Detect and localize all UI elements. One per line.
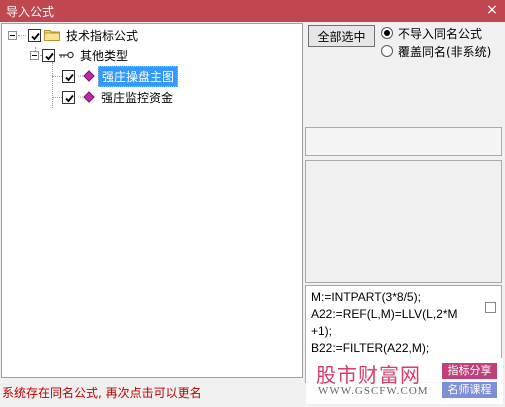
watermark-name: 股市财富网: [316, 363, 421, 387]
tree-node-root[interactable]: 技术指标公式: [8, 26, 141, 44]
watermark-url: WWW.GSCFW.COM: [318, 385, 429, 397]
root-checkbox[interactable]: [28, 28, 41, 42]
radio-skip-label: 不导入同名公式: [398, 26, 483, 41]
checkmark-icon: [65, 94, 74, 102]
item-checkbox[interactable]: [62, 69, 75, 83]
formula-line: +1);: [311, 324, 333, 338]
formula-description-box[interactable]: [305, 160, 502, 283]
window-title: 导入公式: [6, 5, 55, 19]
formula-tree[interactable]: 技术指标公式 其他类型 强庄操盘主图 强庄监控资金: [1, 23, 303, 378]
folder-icon: [44, 29, 60, 41]
tree-line: [52, 62, 53, 108]
radio-overwrite-indicator[interactable]: [381, 45, 393, 57]
collapse-toggle-icon[interactable]: [8, 30, 17, 40]
close-icon[interactable]: ×: [485, 2, 499, 18]
preview-scroll-box[interactable]: [485, 302, 496, 313]
tree-label-root: 技术指标公式: [66, 28, 139, 43]
tree-label-group: 其他类型: [80, 48, 129, 63]
formula-gem-icon: [78, 70, 96, 82]
formula-lines: M:=INTPART(3*8/5); A22:=REF(L,M)=LLV(L,2…: [311, 289, 479, 357]
tree-label-item[interactable]: 强庄操盘主图: [98, 65, 179, 87]
tree-item[interactable]: 强庄监控资金: [62, 88, 176, 106]
checkmark-icon: [45, 52, 54, 60]
watermark-tag: 指标分享: [442, 363, 497, 379]
radio-skip-indicator[interactable]: [381, 27, 393, 39]
site-watermark: 股市财富网 WWW.GSCFW.COM 指标分享 名师课程: [306, 358, 503, 404]
formula-gem-icon: [78, 91, 96, 103]
item-checkbox[interactable]: [62, 90, 75, 104]
formula-name-field[interactable]: [305, 127, 502, 156]
tree-item[interactable]: 强庄操盘主图: [62, 65, 179, 87]
watermark-tag: 名师课程: [442, 382, 497, 398]
formula-line: M:=INTPART(3*8/5);: [311, 290, 421, 304]
title-bar: 导入公式 ×: [0, 0, 505, 22]
checkmark-icon: [65, 73, 74, 81]
collapse-toggle-icon[interactable]: [30, 50, 39, 60]
tree-node-group[interactable]: 其他类型: [30, 46, 131, 64]
radio-overwrite[interactable]: 覆盖同名(非系统): [381, 43, 491, 59]
formula-line: B22:=FILTER(A22,M);: [311, 341, 430, 355]
group-checkbox[interactable]: [42, 48, 55, 62]
key-icon: [58, 49, 74, 61]
tree-label-item[interactable]: 强庄监控资金: [98, 88, 176, 107]
options-panel: 全部选中 不导入同名公式 覆盖同名(非系统) M:=INTPART(3*8/5)…: [305, 23, 505, 383]
status-message: 系统存在同名公式, 再次点击可以更名: [2, 386, 202, 400]
radio-overwrite-label: 覆盖同名(非系统): [398, 44, 492, 59]
select-all-button[interactable]: 全部选中: [308, 25, 375, 47]
checkmark-icon: [31, 32, 40, 40]
formula-line: A22:=REF(L,M)=LLV(L,2*M: [311, 307, 458, 321]
radio-skip-duplicates[interactable]: 不导入同名公式: [381, 25, 482, 41]
